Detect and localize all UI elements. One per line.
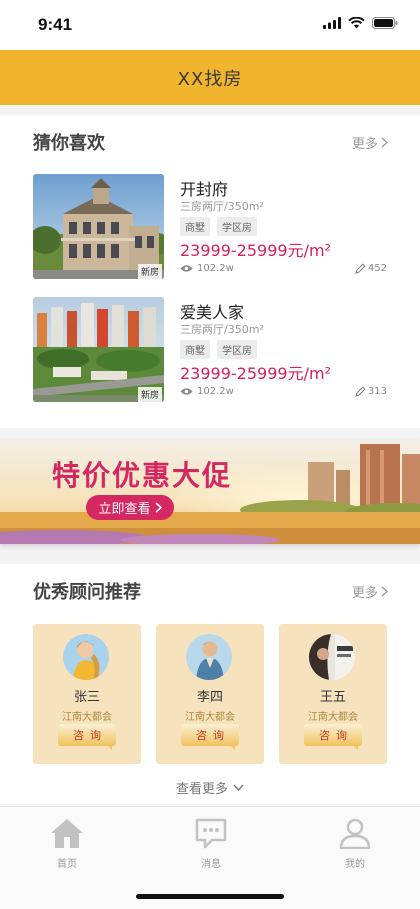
avatar xyxy=(309,634,355,680)
house-badge: 学区房 xyxy=(217,217,257,236)
advisor-section: 优秀顾问推荐 更多 张三 江南大都会 咨询 李四 江南大都会 咨询 王五 江南大… xyxy=(0,564,420,804)
house-badge: 商墅 xyxy=(180,340,210,359)
wifi-icon xyxy=(348,17,365,29)
house-card[interactable]: 新房 爱美人家 三房两厅/350m² 商墅 学区房 23999-25999元/m… xyxy=(33,297,387,402)
house-layout: 三房两厅/350m² xyxy=(180,323,264,336)
house-badges: 商墅 学区房 xyxy=(180,340,257,359)
pencil-icon xyxy=(355,386,366,397)
guess-more-link[interactable]: 更多 xyxy=(352,133,388,152)
edits-count: 452 xyxy=(367,263,387,274)
new-house-tag: 新房 xyxy=(137,387,162,402)
banner-title: 特价优惠大促 xyxy=(52,459,233,492)
tab-label: 消息 xyxy=(201,859,221,870)
house-badge: 商墅 xyxy=(180,217,210,236)
chevron-right-icon xyxy=(381,137,388,148)
tab-label: 首页 xyxy=(57,859,77,870)
chevron-right-icon xyxy=(381,586,388,597)
chevron-down-icon xyxy=(233,784,244,791)
advisor-card[interactable]: 王五 江南大都会 咨询 xyxy=(279,624,387,764)
chevron-right-icon xyxy=(154,502,162,513)
house-price: 23999-25999元/m² xyxy=(180,364,331,383)
home-indicator xyxy=(136,894,284,899)
house-views: 102.2w xyxy=(180,263,234,274)
eye-icon xyxy=(180,265,193,272)
nav-bar: XX找房 xyxy=(0,50,420,105)
house-price: 23999-25999元/m² xyxy=(180,241,331,260)
more-label: 更多 xyxy=(351,586,378,601)
see-more-link[interactable]: 查看更多 xyxy=(0,778,420,797)
advisor-card[interactable]: 张三 江南大都会 咨询 xyxy=(33,624,141,764)
house-image: 新房 xyxy=(33,297,164,402)
house-edits: 452 xyxy=(355,263,387,274)
battery-icon xyxy=(372,17,398,29)
views-count: 102.2w xyxy=(197,263,234,274)
eye-icon xyxy=(180,388,193,395)
tab-profile[interactable]: 我的 xyxy=(320,817,390,870)
advisor-area: 江南大都会 xyxy=(308,712,358,723)
page-title: XX找房 xyxy=(177,68,243,90)
advisor-section-title: 优秀顾问推荐 xyxy=(33,582,141,603)
signal-icon xyxy=(323,17,341,29)
avatar xyxy=(186,634,232,680)
tab-messages[interactable]: 消息 xyxy=(176,817,246,870)
advisor-card[interactable]: 李四 江南大都会 咨询 xyxy=(156,624,264,764)
status-bar: 9:41 xyxy=(0,0,420,50)
house-name: 开封府 xyxy=(180,180,229,199)
views-count: 102.2w xyxy=(197,386,234,397)
see-more-label: 查看更多 xyxy=(175,782,228,797)
house-image: 新房 xyxy=(33,174,164,279)
guess-section-title: 猜你喜欢 xyxy=(33,133,105,154)
tab-label: 我的 xyxy=(345,859,365,870)
house-edits: 313 xyxy=(355,386,387,397)
guess-section: 猜你喜欢 更多 新房 开封府 三房两厅/350m² 商墅 学区房 23999-2… xyxy=(0,115,420,428)
avatar xyxy=(63,634,109,680)
house-name: 爱美人家 xyxy=(180,303,245,322)
consult-button[interactable]: 咨询 xyxy=(58,724,116,750)
view-now-label: 立即查看 xyxy=(98,502,151,517)
promo-banner[interactable]: 特价优惠大促 立即查看 xyxy=(0,440,420,544)
new-house-tag: 新房 xyxy=(137,264,162,279)
advisor-area: 江南大都会 xyxy=(62,712,112,723)
house-card[interactable]: 新房 开封府 三房两厅/350m² 商墅 学区房 23999-25999元/m²… xyxy=(33,174,387,279)
edits-count: 313 xyxy=(367,386,387,397)
house-layout: 三房两厅/350m² xyxy=(180,200,264,213)
more-label: 更多 xyxy=(351,137,378,152)
pencil-icon xyxy=(355,263,366,274)
house-badge: 学区房 xyxy=(217,340,257,359)
tab-home[interactable]: 首页 xyxy=(32,817,102,870)
consult-button[interactable]: 咨询 xyxy=(181,724,239,750)
advisor-name: 王五 xyxy=(319,690,346,705)
advisor-name: 李四 xyxy=(196,690,223,705)
house-views: 102.2w xyxy=(180,386,234,397)
user-icon xyxy=(339,818,371,850)
house-badges: 商墅 学区房 xyxy=(180,217,257,236)
status-icons xyxy=(323,17,398,29)
home-icon xyxy=(51,819,83,848)
view-now-button[interactable]: 立即查看 xyxy=(86,495,174,520)
advisor-area: 江南大都会 xyxy=(185,712,235,723)
advisor-name: 张三 xyxy=(73,690,100,705)
consult-button[interactable]: 咨询 xyxy=(304,724,362,750)
advisor-more-link[interactable]: 更多 xyxy=(352,582,388,601)
status-time: 9:41 xyxy=(38,15,73,34)
message-icon xyxy=(195,818,227,849)
